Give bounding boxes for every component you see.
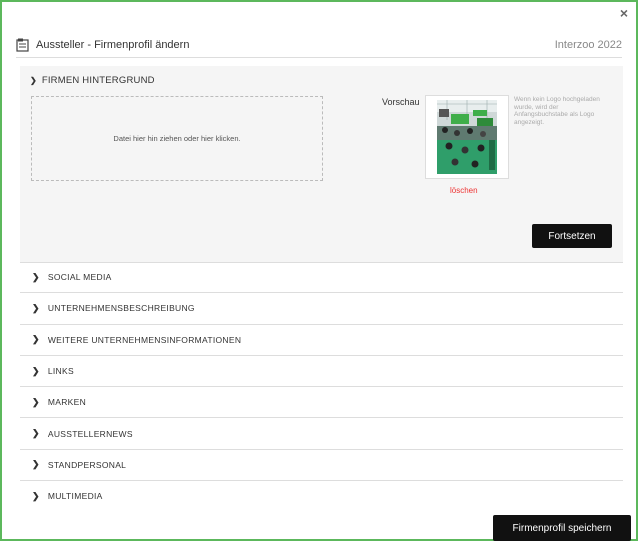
file-dropzone[interactable]: Datei hier hin ziehen oder hier klicken.	[31, 96, 323, 181]
chevron-right-icon: ❯	[32, 459, 40, 470]
save-profile-button[interactable]: Firmenprofil speichern	[493, 515, 631, 541]
section-label: STANDPERSONAL	[47, 459, 127, 470]
section-row-brands[interactable]: ❯ MARKEN	[20, 387, 623, 419]
chevron-right-icon: ❯	[32, 428, 40, 439]
section-row-multimedia[interactable]: ❯ MULTIMEDIA	[20, 481, 623, 511]
section-list: ❯ SOCIAL MEDIA ❯ UNTERNEHMENSBESCHREIBUN…	[20, 262, 623, 511]
preview-image	[425, 95, 509, 179]
section-label: UNTERNEHMENSBESCHREIBUNG	[47, 303, 195, 314]
chevron-right-icon: ❯	[32, 365, 40, 376]
section-label: MULTIMEDIA	[47, 491, 103, 502]
chevron-right-icon: ❯	[32, 271, 40, 282]
preview-label: Vorschau	[382, 97, 420, 107]
section-row-social-media[interactable]: ❯ SOCIAL MEDIA	[20, 262, 623, 294]
chevron-right-icon: ❯	[32, 396, 40, 407]
section-row-exhibitor-news[interactable]: ❯ AUSSTELLERNEWS	[20, 418, 623, 450]
section-row-booth-staff[interactable]: ❯ STANDPERSONAL	[20, 450, 623, 482]
close-icon[interactable]: ×	[620, 5, 628, 21]
chevron-down-icon: ❯	[30, 76, 37, 85]
delete-link[interactable]: löschen	[450, 186, 478, 195]
event-name: Interzoo 2022	[554, 39, 622, 51]
section-label: WEITERE UNTERNEHMENSINFORMATIONEN	[47, 334, 242, 345]
continue-button[interactable]: Fortsetzen	[532, 224, 612, 248]
chevron-right-icon: ❯	[32, 490, 40, 501]
logo-note: Wenn kein Logo hochgeladen wurde, wird d…	[514, 96, 600, 126]
section-row-company-description[interactable]: ❯ UNTERNEHMENSBESCHREIBUNG	[20, 293, 623, 325]
section-label: AUSSTELLERNEWS	[47, 428, 133, 439]
background-section: ❯ FIRMEN HINTERGRUND Datei hier hin zieh…	[20, 66, 623, 263]
preview-photo	[437, 100, 497, 174]
section-label: LINKS	[47, 366, 74, 377]
dropzone-text: Datei hier hin ziehen oder hier klicken.	[113, 134, 241, 143]
section-title: FIRMEN HINTERGRUND	[41, 75, 155, 86]
section-label: MARKEN	[47, 397, 87, 408]
dialog-header: Aussteller - Firmenprofil ändern Interzo…	[16, 37, 622, 58]
chevron-right-icon: ❯	[32, 334, 40, 345]
chevron-right-icon: ❯	[32, 302, 40, 313]
dialog-title: Aussteller - Firmenprofil ändern	[36, 39, 190, 51]
section-label: SOCIAL MEDIA	[47, 272, 112, 283]
section-row-links[interactable]: ❯ LINKS	[20, 356, 623, 388]
edit-icon	[16, 38, 29, 52]
dialog: × Aussteller - Firmenprofil ändern Inter…	[0, 0, 638, 541]
section-row-further-company-info[interactable]: ❯ WEITERE UNTERNEHMENSINFORMATIONEN	[20, 325, 623, 356]
section-header-background[interactable]: ❯ FIRMEN HINTERGRUND	[30, 75, 155, 86]
